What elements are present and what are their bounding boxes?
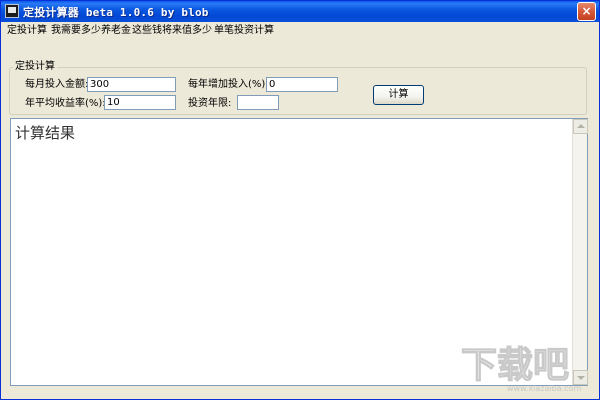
calculate-button[interactable]: 计算 [373,85,424,105]
years-input[interactable] [237,95,279,110]
monthly-amount-label: 每月投入金额: [25,79,89,90]
annual-return-label: 年平均收益率(%): [25,98,106,109]
menu-item-dingtou[interactable]: 定投计算 [7,24,47,38]
annual-return-input[interactable] [104,95,176,110]
app-window: 定投计算器 beta 1.0.6 by blob × 定投计算 我需要多少养老金… [0,0,600,400]
annual-increase-input[interactable] [266,77,338,92]
monthly-amount-input[interactable] [87,77,176,92]
menu-item-pension[interactable]: 我需要多少养老金 [51,24,131,38]
result-text: 计算结果 [15,124,76,142]
watermark-url: www.xiazaiba.com [507,384,582,393]
app-icon [5,4,19,18]
menu-bar: 定投计算 我需要多少养老金 这些钱将来值多少 单笔投资计算 [1,22,599,39]
watermark-text: 下载吧 [461,345,569,386]
close-button[interactable]: × [577,2,596,21]
years-label: 投资年限: [188,98,232,109]
arrow-up-icon [577,124,585,128]
annual-increase-label: 每年增加投入(%): [188,79,269,90]
group-title: 定投计算 [13,61,57,73]
window-title: 定投计算器 beta 1.0.6 by blob [23,6,209,19]
close-icon: × [581,4,592,18]
title-bar[interactable]: 定投计算器 beta 1.0.6 by blob × [1,1,599,22]
scroll-up-button[interactable] [573,119,588,134]
menu-item-lump-sum[interactable]: 单笔投资计算 [214,24,274,38]
menu-item-future-value[interactable]: 这些钱将来值多少 [132,24,212,38]
